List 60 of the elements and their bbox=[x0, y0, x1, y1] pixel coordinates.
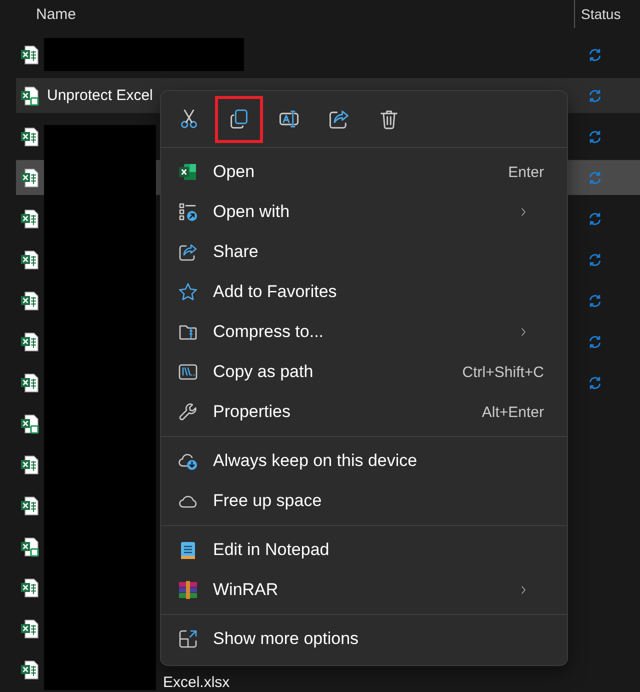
trash-icon bbox=[378, 108, 400, 130]
shortcut-label: Alt+Enter bbox=[482, 404, 544, 420]
column-header[interactable]: Name bbox=[36, 6, 76, 23]
path-icon bbox=[178, 362, 198, 382]
expand-icon bbox=[178, 629, 198, 649]
menu-item[interactable]: Always keep on this device bbox=[161, 441, 563, 481]
star-icon bbox=[178, 282, 198, 302]
spreadsheet-file-icon bbox=[20, 290, 40, 310]
share-icon bbox=[178, 242, 198, 262]
menu-item[interactable]: Edit in Notepad bbox=[161, 530, 563, 570]
spreadsheet-file-icon bbox=[20, 578, 40, 598]
spreadsheet-file-icon bbox=[20, 126, 40, 146]
menu-item[interactable]: Properties Alt+Enter bbox=[161, 392, 563, 432]
share-icon bbox=[328, 108, 350, 130]
rename-icon bbox=[278, 108, 300, 130]
spreadsheet-file-icon bbox=[20, 414, 40, 434]
sync-icon bbox=[587, 252, 603, 268]
wrench-icon bbox=[178, 402, 198, 422]
spreadsheet-file-icon bbox=[20, 372, 40, 392]
menu-item[interactable]: Show more options bbox=[161, 619, 563, 659]
spreadsheet-file-icon bbox=[20, 168, 40, 188]
spreadsheet-file-icon bbox=[20, 332, 40, 352]
spreadsheet-app-icon bbox=[178, 162, 198, 182]
notepad-icon bbox=[178, 540, 198, 560]
shortcut-label: Ctrl+Shift+C bbox=[462, 364, 544, 380]
shortcut-label: Enter bbox=[508, 164, 544, 180]
cloud-download-icon bbox=[178, 451, 198, 471]
sync-icon bbox=[587, 128, 603, 144]
spreadsheet-file-icon bbox=[20, 660, 40, 680]
archive-books-icon bbox=[178, 580, 198, 600]
menu-item[interactable]: Open Enter bbox=[161, 152, 563, 192]
scissors-icon bbox=[178, 108, 200, 130]
spreadsheet-file-icon bbox=[20, 250, 40, 270]
menu-item[interactable]: WinRAR bbox=[161, 570, 563, 610]
sync-icon bbox=[587, 210, 603, 226]
spreadsheet-file-icon bbox=[20, 618, 40, 638]
spreadsheet-file-icon bbox=[20, 86, 40, 106]
spreadsheet-file-icon bbox=[20, 536, 40, 556]
spreadsheet-file-icon bbox=[20, 496, 40, 516]
file-name: Excel.xlsx bbox=[163, 674, 230, 691]
menu-item[interactable]: Open with bbox=[161, 192, 563, 232]
sync-icon bbox=[587, 46, 603, 62]
sync-icon bbox=[587, 170, 603, 186]
menu-item[interactable]: Free up space bbox=[161, 481, 563, 521]
toolbar-button[interactable] bbox=[215, 96, 263, 142]
menu-item[interactable]: Add to Favorites bbox=[161, 272, 563, 312]
sync-icon bbox=[587, 334, 603, 350]
sync-icon bbox=[587, 292, 603, 308]
sync-icon bbox=[587, 88, 603, 104]
menu-item[interactable]: Copy as path Ctrl+Shift+C bbox=[161, 352, 563, 392]
copy-icon bbox=[228, 108, 250, 130]
spreadsheet-file-icon bbox=[20, 454, 40, 474]
app-list-icon bbox=[178, 202, 198, 222]
menu-item[interactable]: Compress to... bbox=[161, 312, 563, 352]
sync-icon bbox=[587, 374, 603, 390]
file-name: Unprotect Excel bbox=[47, 87, 153, 104]
menu-item[interactable]: Share bbox=[161, 232, 563, 272]
spreadsheet-file-icon bbox=[20, 44, 40, 64]
column-header[interactable]: Status bbox=[574, 0, 640, 28]
spreadsheet-file-icon bbox=[20, 208, 40, 228]
